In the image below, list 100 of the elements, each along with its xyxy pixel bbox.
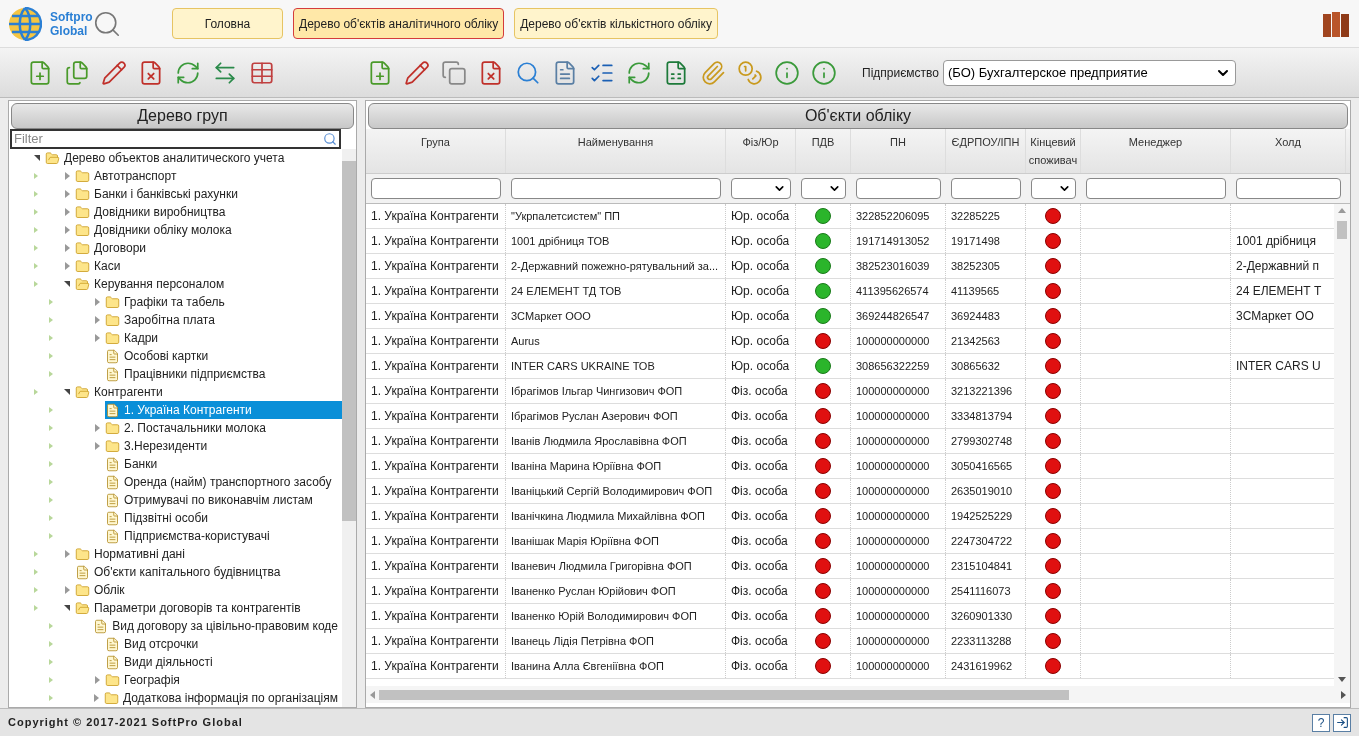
tree-item[interactable]: Банки [105,455,162,473]
table-cell: Фіз. особа [726,604,796,628]
tree-item[interactable]: Довідники обліку молока [75,221,236,239]
column-filter-select[interactable] [1031,178,1076,199]
tree-item[interactable]: Підприємства-користувачі [105,527,274,545]
column-filter-field[interactable] [511,178,721,199]
tree-item[interactable]: Заробітна плата [105,311,219,329]
collapsed-arrow-icon[interactable] [94,316,100,324]
tree-item[interactable]: Банки і банківські рахунки [75,185,242,203]
column-header[interactable]: Холд [1231,129,1346,173]
tree-item[interactable]: Об'єкти капітального будівництва [75,563,285,581]
tree-guide-icon [34,281,38,287]
column-filter-field[interactable] [1236,178,1341,199]
tree-item[interactable]: Оренда (найм) транспортного засобу [105,473,336,491]
column-header[interactable]: Кінцевий споживач [1026,129,1081,173]
tree-item[interactable]: Особові картки [105,347,213,365]
collapsed-arrow-icon[interactable] [93,694,99,702]
tree-item[interactable]: Графіки та табель [105,293,229,311]
tree-item[interactable]: Параметри договорів та контрагентів [75,599,305,617]
tree-item[interactable]: Працівники підприємства [105,365,270,383]
help-button[interactable]: ? [1312,713,1330,732]
tree-item[interactable]: Види діяльності [105,653,217,671]
table-cell: 2799302748 [946,429,1026,453]
expanded-arrow-icon[interactable] [64,389,70,395]
tree-item[interactable]: Географія [105,671,184,689]
column-filter-field[interactable] [371,178,501,199]
collapsed-arrow-icon[interactable] [94,676,100,684]
collapsed-arrow-icon[interactable] [64,244,70,252]
scrollbar[interactable] [342,149,356,707]
tree-item[interactable]: Автотранспорт [75,167,181,185]
column-filter-field[interactable] [856,178,941,199]
tree-guide-icon [49,695,53,701]
nav-tab[interactable]: Головна [172,8,283,39]
expanded-arrow-icon[interactable] [34,155,40,161]
folder-icon [75,186,90,202]
expanded-arrow-icon[interactable] [64,605,70,611]
column-header[interactable]: Фіз/Юр [726,129,796,173]
tree-item[interactable]: Вид договору за цівільно-правовим коде [93,617,342,635]
column-header[interactable]: ЄДРПОУ/ІПН [946,129,1026,173]
table-cell: Юр. особа [726,304,796,328]
tree-item[interactable]: 2. Постачальники молока [105,419,270,437]
document-icon [105,510,120,526]
tree-item[interactable]: Керування персоналом [75,275,229,293]
table-cell: 322852206095 [851,204,946,228]
expanded-arrow-icon[interactable] [64,281,70,287]
table-cell: 3213221396 [946,379,1026,403]
column-header[interactable]: ПДВ [796,129,851,173]
table-cell: 1. Україна Контрагенти [366,529,506,553]
scrollbar[interactable] [366,686,1350,703]
column-filter-field[interactable] [1086,178,1226,199]
table-cell: Юр. особа [726,254,796,278]
table-cell-text: 2-Державний п [1236,258,1320,275]
collapsed-arrow-icon[interactable] [64,172,70,180]
filter-field[interactable]: Filter [10,129,341,149]
tree-item[interactable]: 3.Нерезиденти [105,437,212,455]
tree-item[interactable]: Нормативні дані [75,545,189,563]
column-filter-select[interactable] [731,178,791,199]
column-filter-field[interactable] [951,178,1021,199]
tree-item[interactable]: Контрагенти [75,383,167,401]
collapsed-arrow-icon[interactable] [64,586,70,594]
folder-icon [105,672,120,688]
folder-icon [105,438,120,454]
column-filter-select[interactable] [801,178,846,199]
column-header[interactable]: Менеджер [1081,129,1231,173]
scrollbar[interactable] [1334,204,1350,686]
table-cell: Іванічкина Людмила Михайлівна ФОП [506,504,726,528]
tree-item[interactable]: Підзвітні особи [105,509,213,527]
table-cell: 100000000000 [851,454,946,478]
collapsed-arrow-icon[interactable] [64,550,70,558]
tree-item[interactable]: Облік [75,581,129,599]
table-cell: 1. Україна Контрагенти [366,554,506,578]
enterprise-select[interactable]: (БО) Бухгалтерское предприятие [942,59,1236,86]
collapsed-arrow-icon[interactable] [94,334,100,342]
column-header[interactable]: Група [366,129,506,173]
table-cell: Фіз. особа [726,379,796,403]
tree-item[interactable]: Додаткова інформація по організаціям [103,689,342,707]
collapsed-arrow-icon[interactable] [94,298,100,306]
column-header[interactable]: Найменування [506,129,726,173]
nav-tab[interactable]: Дерево об'єктів аналітичного обліку [293,8,505,39]
collapsed-arrow-icon[interactable] [64,190,70,198]
tree-item[interactable]: Отримувачі по виконавчім листам [105,491,317,509]
tree-item[interactable]: Дерево объектов аналитического учета [45,149,289,167]
folder-icon [75,258,90,274]
tree-item[interactable]: Кадри [105,329,163,347]
filter-input[interactable]: Filter [14,129,294,149]
tree-item[interactable]: Договори [75,239,150,257]
exit-button[interactable] [1333,713,1351,732]
nav-tab[interactable]: Дерево об'єктів кількістного обліку [514,8,718,39]
tree-item[interactable]: Каси [75,257,125,275]
table-cell: 100000000000 [851,654,946,678]
tree-item[interactable]: 1. Україна Контрагенти [105,401,342,419]
collapsed-arrow-icon[interactable] [64,262,70,270]
collapsed-arrow-icon[interactable] [64,208,70,216]
column-header[interactable]: ПН [851,129,946,173]
tree-item[interactable]: Довідники виробництва [75,203,230,221]
collapsed-arrow-icon[interactable] [64,226,70,234]
collapsed-arrow-icon[interactable] [94,424,100,432]
collapsed-arrow-icon[interactable] [94,442,100,450]
tree-item[interactable]: Вид отсрочки [105,635,203,653]
document-icon [105,528,120,544]
